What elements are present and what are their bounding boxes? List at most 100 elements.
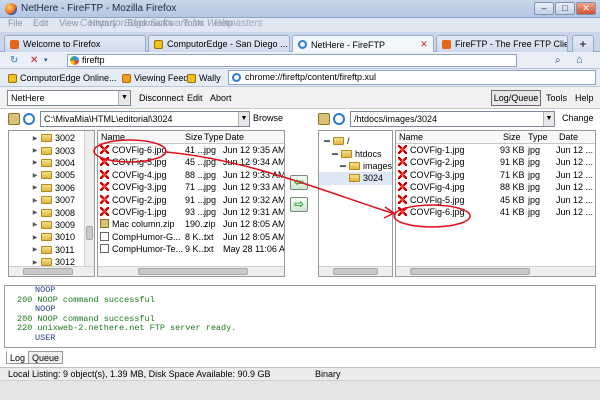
expander-icon[interactable]: ▶ <box>31 159 39 166</box>
tree-node-htdocs[interactable]: ▬ htdocs <box>319 147 392 159</box>
local-list-hscrollbar[interactable] <box>98 266 284 276</box>
bookmark-computoredge[interactable]: ComputorEdge Online... <box>4 71 121 85</box>
folder-icon <box>41 196 52 205</box>
remote-file-row[interactable]: COVFig-6.jpg 41 KB jpg Jun 12 ... <box>396 206 595 218</box>
menu-file[interactable]: File <box>8 18 23 28</box>
tab-queue[interactable]: Queue <box>28 351 64 364</box>
bookmark-viewing-feed[interactable]: Viewing Feed <box>118 71 192 85</box>
home-icon[interactable]: ⌂ <box>576 54 583 67</box>
tree-node-3024[interactable]: 3024 <box>319 172 392 185</box>
expander-icon[interactable]: ▶ <box>31 246 39 253</box>
remote-file-list[interactable]: Name Size Type Date COVFig-1.jpg 93 KB jpg… <box>395 130 596 277</box>
remote-file-row[interactable]: COVFig-5.jpg 45 KB jpg Jun 12 ... <box>396 194 595 206</box>
remote-file-row[interactable]: COVFig-2.jpg 91 KB jpg Jun 12 ... <box>396 156 595 168</box>
expander-icon[interactable]: ▬ <box>339 163 347 169</box>
bookmark-wally[interactable]: Wally <box>183 71 225 85</box>
local-file-row[interactable]: COVFig-1.jpg 93 ... jpg Jun 12 9:31 AM <box>98 206 284 218</box>
local-file-row[interactable]: COVFig-2.jpg 91 ... jpg Jun 12 9:32 AM <box>98 194 284 206</box>
scrollbar-thumb[interactable] <box>410 268 530 275</box>
local-tree-hscrollbar[interactable] <box>9 266 94 276</box>
expander-icon[interactable]: ▶ <box>31 147 39 154</box>
maximize-button[interactable]: □ <box>555 2 575 15</box>
remote-file-row[interactable]: COVFig-4.jpg 88 KB jpg Jun 12 ... <box>396 181 595 193</box>
col-size[interactable]: Size <box>503 132 521 142</box>
col-type[interactable]: Type <box>204 132 224 142</box>
log-queue-toggle[interactable]: Log/Queue <box>491 90 541 106</box>
local-tree-scrollbar[interactable] <box>84 131 94 276</box>
scrollbar-thumb[interactable] <box>86 226 93 240</box>
remote-path-input[interactable]: /htdocs/images/3024 ▼ <box>350 111 555 127</box>
remote-refresh-icon[interactable] <box>333 113 345 125</box>
local-refresh-icon[interactable] <box>23 113 35 125</box>
search-icon[interactable]: ⌕ <box>555 54 561 67</box>
local-file-row[interactable]: CompHumor-G... 8 K... txt Jun 12 8:05 AM <box>98 231 284 243</box>
expander-icon[interactable]: ▶ <box>31 172 39 179</box>
upload-arrow-button[interactable]: ⇨ <box>290 197 308 212</box>
account-select[interactable]: NetHere ▼ <box>7 90 131 106</box>
local-path-input[interactable]: C:\MivaMia\HTML\editorial\3024 ▼ <box>40 111 250 127</box>
col-size[interactable]: Size <box>185 132 203 142</box>
local-file-row[interactable]: COVFig-4.jpg 88 ... jpg Jun 12 9:33 AM <box>98 169 284 181</box>
local-file-row[interactable]: CompHumor-Te...9 K...txt May 28 11:06 AM <box>98 243 284 255</box>
local-file-row[interactable]: COVFig-5.jpg 45 ... jpg Jun 12 9:34 AM <box>98 156 284 168</box>
expander-icon[interactable]: ▶ <box>31 209 39 216</box>
abort-button[interactable]: Abort <box>210 93 232 103</box>
download-arrow-button[interactable]: ⇦ <box>290 175 308 190</box>
local-folder-tree[interactable]: ▶ 3002 ▶ 3003 ▶ 3004 ▶ 3005 ▶ 3006 ▶ 3007 ▶ 3008 ▶ 3009… <box>8 130 95 277</box>
local-file-row[interactable]: COVFig-6.jpg 41 ... jpg Jun 12 9:35 AM <box>98 144 284 156</box>
remote-file-row[interactable]: COVFig-1.jpg 93 KB jpg Jun 12 ... <box>396 144 595 156</box>
expander-icon[interactable]: ▬ <box>331 151 339 157</box>
new-tab-button[interactable]: + <box>572 35 594 52</box>
local-folder-up-icon[interactable] <box>8 113 20 125</box>
tree-node-images[interactable]: ▬ images <box>319 160 392 172</box>
col-date[interactable]: Date <box>225 132 244 142</box>
stop-icon[interactable]: ✕ <box>30 54 38 67</box>
expander-icon[interactable]: ▶ <box>31 197 39 204</box>
file-name: CompHumor-G... <box>112 231 181 242</box>
scrollbar-thumb[interactable] <box>138 268 248 275</box>
remote-file-row[interactable]: COVFig-3.jpg 71 KB jpg Jun 12 ... <box>396 169 595 181</box>
reload-icon[interactable]: ↻ <box>10 54 18 67</box>
local-file-row[interactable]: COVFig-3.jpg 71 ... jpg Jun 12 9:33 AM <box>98 181 284 193</box>
help-menu[interactable]: Help <box>575 93 594 103</box>
local-path-value: C:\MivaMia\HTML\editorial\3024 <box>44 114 173 124</box>
close-tab-icon[interactable]: ✕ <box>419 39 429 49</box>
expander-icon[interactable]: ▬ <box>323 138 331 144</box>
menu-edit[interactable]: Edit <box>33 18 49 28</box>
tab-log[interactable]: Log <box>6 351 30 364</box>
tree-node-root[interactable]: ▬ / <box>319 135 392 147</box>
col-name[interactable]: Name <box>101 132 125 142</box>
remote-tree-hscrollbar[interactable] <box>319 266 392 276</box>
scrollbar-thumb[interactable] <box>23 268 73 275</box>
address-bar[interactable]: chrome://fireftp/content/fireftp.xul <box>228 70 596 85</box>
remote-list-hscrollbar[interactable] <box>396 266 595 276</box>
local-file-list[interactable]: Name Size Type Date COVFig-6.jpg 41 ... jp… <box>97 130 285 277</box>
browse-button[interactable]: Browse <box>253 113 283 123</box>
tools-menu[interactable]: Tools <box>546 93 567 103</box>
disconnect-button[interactable]: Disconnect <box>139 93 184 103</box>
scrollbar-thumb[interactable] <box>333 268 378 275</box>
tab-computoredge[interactable]: ComputorEdge - San Diego ... <box>148 35 290 52</box>
col-date[interactable]: Date <box>559 132 578 142</box>
tab-fireftp-site[interactable]: FireFTP - The Free FTP Clien... <box>436 35 568 52</box>
minimize-button[interactable]: – <box>534 2 554 15</box>
close-window-button[interactable]: ✕ <box>576 2 596 15</box>
col-name[interactable]: Name <box>399 132 423 142</box>
expander-icon[interactable]: ▶ <box>31 221 39 228</box>
local-file-row[interactable]: Mac column.zip 190... zip Jun 12 8:05 AM <box>98 218 284 230</box>
tab-welcome[interactable]: Welcome to Firefox <box>4 35 146 52</box>
remote-folder-up-icon[interactable] <box>318 113 330 125</box>
search-input[interactable]: fireftp <box>67 54 517 67</box>
tab-fireftp[interactable]: NetHere - FireFTP ✕ <box>292 35 434 53</box>
remote-list-header: Name Size Type Date <box>396 131 595 144</box>
expander-icon[interactable]: ▶ <box>31 184 39 191</box>
remote-folder-tree[interactable]: ▬ / ▬ htdocs ▬ images 3024 <box>318 130 393 277</box>
expander-icon[interactable]: ▶ <box>31 135 39 142</box>
expander-icon[interactable]: ▶ <box>31 234 39 241</box>
menu-view[interactable]: View <box>59 18 78 28</box>
expander-icon[interactable]: ▶ <box>31 259 39 266</box>
edit-button[interactable]: Edit <box>187 93 203 103</box>
col-type[interactable]: Type <box>528 132 548 142</box>
change-button[interactable]: Change <box>562 113 594 123</box>
stop-dropdown-icon[interactable]: ▾ <box>44 54 48 67</box>
